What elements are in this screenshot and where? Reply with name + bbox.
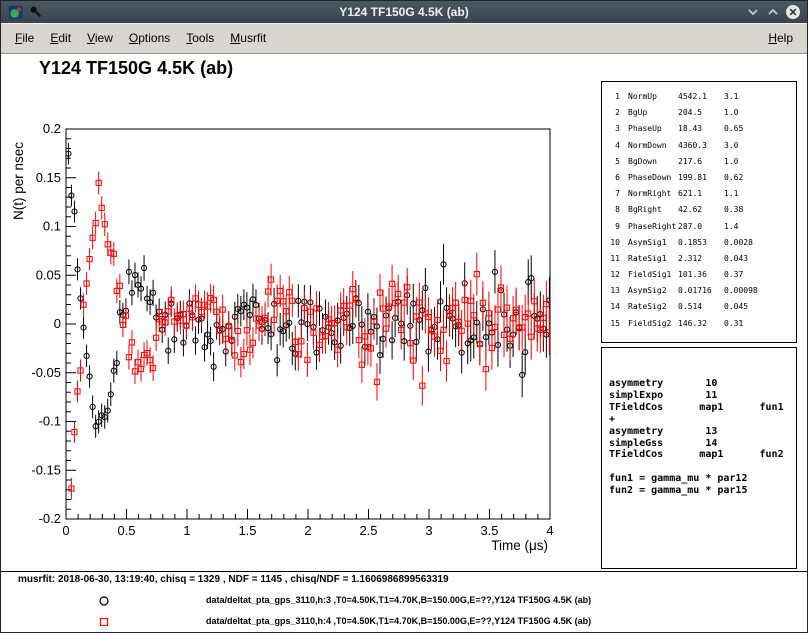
- close-button[interactable]: [785, 4, 801, 20]
- menu-tools[interactable]: Tools: [178, 27, 222, 49]
- menu-file[interactable]: File: [7, 27, 42, 49]
- parameter-row: 2BgUp204.51.0: [608, 105, 796, 121]
- root-canvas[interactable]: Y124 TF150G 4.5K (ab) 00.511.522.533.54-…: [1, 54, 807, 632]
- menu-edit[interactable]: Edit: [42, 27, 79, 49]
- theory-line: simplExpo 11: [609, 390, 796, 402]
- parameter-panel: 1NormUp4542.13.12BgUp204.51.03PhaseUp18.…: [601, 81, 797, 343]
- divider-line: [1, 571, 807, 572]
- theory-line: TFieldCos map1 fun1: [609, 402, 796, 414]
- plot-frame: [66, 129, 550, 519]
- musrview-window: Y124 TF150G 4.5K (ab) Fil: [0, 0, 808, 633]
- pin-icon[interactable]: [28, 4, 44, 20]
- y-tick-label: 0.15: [36, 170, 61, 185]
- y-tick-label: 0.05: [36, 267, 61, 282]
- parameter-row: 1NormUp4542.13.1: [608, 89, 796, 105]
- close-icon: [785, 4, 801, 20]
- theory-line: [609, 461, 796, 473]
- app-icon[interactable]: [7, 4, 23, 20]
- x-tick-label: 3: [425, 523, 432, 538]
- maximize-button[interactable]: [765, 4, 781, 20]
- theory-line: asymmetry 13: [609, 426, 796, 438]
- plot-area[interactable]: 0 0.5 1 1.5 2 2.5 3 3.5 4 -0.2 -0.15 -0.1 -0.05 0 0.05…: [1, 54, 597, 574]
- parameter-row: 4NormDown4360.33.0: [608, 138, 796, 154]
- x-tick-label: 2.5: [359, 523, 377, 538]
- legend-label: data/deltat_pta_gps_3110,h:4 ,T0=4.50K,T…: [206, 616, 591, 626]
- menu-help[interactable]: Help: [760, 27, 801, 49]
- parameter-row: 14RateSig20.5140.045: [608, 299, 796, 315]
- y-tick-label: -0.05: [31, 365, 61, 380]
- chevron-up-icon: [766, 5, 780, 19]
- legend-item: data/deltat_pta_gps_3110,h:3 ,T0=4.50K,T…: [1, 590, 807, 611]
- parameter-row: 11RateSig12.3120.043: [608, 251, 796, 267]
- x-tick-label: 1.5: [238, 523, 256, 538]
- x-tick-label: 2: [304, 523, 311, 538]
- window-title: Y124 TF150G 4.5K (ab): [1, 1, 807, 23]
- series-h4-squares: [66, 171, 552, 540]
- open-circle-marker: [98, 594, 110, 612]
- x-tick-label: 0: [62, 523, 69, 538]
- legend-label: data/deltat_pta_gps_3110,h:3 ,T0=4.50K,T…: [206, 595, 591, 605]
- series-h3-circles: [66, 143, 552, 438]
- y-tick-label: -0.1: [39, 414, 61, 429]
- menu-view[interactable]: View: [79, 27, 121, 49]
- y-tick-label: 0: [54, 316, 61, 331]
- menu-musrfit[interactable]: Musrfit: [222, 27, 274, 49]
- theory-line: simpleGss 14: [609, 438, 796, 450]
- parameter-row: 6PhaseDown199.810.62: [608, 170, 796, 186]
- menubar: FileEditViewOptionsToolsMusrfit Help: [1, 23, 807, 54]
- parameter-row: 5BgDown217.61.0: [608, 154, 796, 170]
- parameter-row: 3PhaseUp18.430.65: [608, 121, 796, 137]
- theory-panel: asymmetry 10simplExpo 11TFieldCos map1 f…: [601, 347, 797, 569]
- chevron-down-icon: [746, 5, 760, 19]
- titlebar[interactable]: Y124 TF150G 4.5K (ab): [1, 1, 807, 23]
- parameter-row: 7NormRight621.11.1: [608, 186, 796, 202]
- y-tick-label: 0.2: [43, 121, 61, 136]
- menu-help-slot: Help: [760, 27, 801, 49]
- theory-line: fun1 = gamma_mu * par12: [609, 473, 796, 485]
- parameter-row: 9PhaseRight287.01.4: [608, 219, 796, 235]
- parameter-row: 13AsymSig20.017160.00098: [608, 283, 796, 299]
- x-tick-label: 3.5: [480, 523, 498, 538]
- x-tick-label: 0.5: [117, 523, 135, 538]
- fit-status-line: musrfit: 2018-06-30, 13:19:40, chisq = 1…: [18, 574, 449, 585]
- menu-items: FileEditViewOptionsToolsMusrfit: [7, 27, 274, 49]
- theory-line: fun2 = gamma_mu * par15: [609, 485, 796, 497]
- x-tick-label: 1: [183, 523, 190, 538]
- minimize-button[interactable]: [745, 4, 761, 20]
- x-axis-title: Time (μs): [491, 538, 548, 553]
- legend-item: data/deltat_pta_gps_3110,h:4 ,T0=4.50K,T…: [1, 611, 807, 632]
- theory-line: TFieldCos map1 fun2: [609, 449, 796, 461]
- parameter-row: 8BgRight42.620.38: [608, 202, 796, 218]
- y-tick-label: 0.1: [43, 219, 61, 234]
- theory-line: +: [609, 414, 796, 426]
- parameter-row: 10AsymSig10.18530.0028: [608, 235, 796, 251]
- x-tick-label: 4: [546, 523, 553, 538]
- theory-line: asymmetry 10: [609, 378, 796, 390]
- legend: data/deltat_pta_gps_3110,h:3 ,T0=4.50K,T…: [1, 590, 807, 632]
- y-tick-label: -0.2: [39, 511, 61, 526]
- open-square-marker: [98, 615, 110, 633]
- menu-options[interactable]: Options: [121, 27, 178, 49]
- parameter-rows: 1NormUp4542.13.12BgUp204.51.03PhaseUp18.…: [608, 89, 796, 332]
- y-axis-title: N(t) per nsec: [11, 142, 26, 220]
- y-tick-label: -0.15: [31, 462, 61, 477]
- theory-lines: asymmetry 10simplExpo 11TFieldCos map1 f…: [609, 378, 796, 497]
- parameter-row: 15FieldSig2146.320.31: [608, 316, 796, 332]
- parameter-row: 12FieldSig1101.360.37: [608, 267, 796, 283]
